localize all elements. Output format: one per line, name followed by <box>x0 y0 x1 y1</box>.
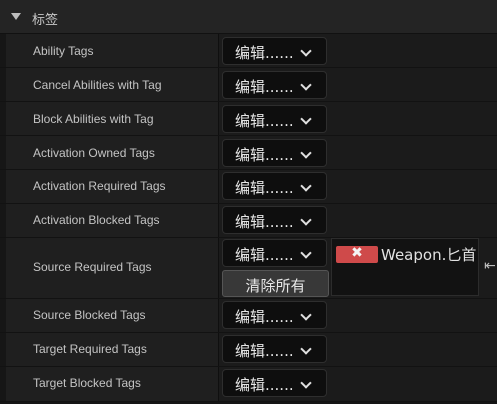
edit-tags-dropdown[interactable]: 编辑...... <box>222 172 327 200</box>
chevron-down-icon <box>300 45 312 57</box>
dropdown-label: 编辑...... <box>235 342 294 360</box>
property-row-source-blocked-tags: Source Blocked Tags 编辑...... <box>0 299 497 333</box>
chevron-down-icon <box>300 309 312 321</box>
tags-details-panel: 标签 Ability Tags 编辑...... Cancel Abilitie… <box>0 0 497 404</box>
edit-tags-dropdown[interactable]: 编辑...... <box>222 139 327 167</box>
property-label: Ability Tags <box>33 44 94 58</box>
property-label: Target Required Tags <box>33 342 147 356</box>
dropdown-label: 编辑...... <box>235 179 294 197</box>
dropdown-label: 编辑...... <box>235 112 294 130</box>
chevron-down-icon <box>300 214 312 226</box>
edit-tags-dropdown[interactable]: 编辑...... <box>222 105 327 133</box>
section-title: 标签 <box>32 13 59 28</box>
property-row-target-required-tags: Target Required Tags 编辑...... <box>0 333 497 367</box>
property-row-activation-required-tags: Activation Required Tags 编辑...... <box>0 170 497 204</box>
dropdown-label: 编辑...... <box>235 308 294 326</box>
tag-list: ✖ Weapon.匕首 <box>331 238 479 296</box>
dropdown-label: 编辑...... <box>235 44 294 62</box>
edit-tags-dropdown[interactable]: 编辑...... <box>222 71 327 99</box>
edit-tags-dropdown[interactable]: 编辑...... <box>222 206 327 234</box>
property-label: Source Blocked Tags <box>33 308 146 322</box>
property-row-activation-blocked-tags: Activation Blocked Tags 编辑...... <box>0 204 497 238</box>
property-row-target-blocked-tags: Target Blocked Tags 编辑...... <box>0 367 497 402</box>
dropdown-label: 编辑...... <box>235 213 294 231</box>
chevron-down-icon <box>300 343 312 355</box>
property-row-activation-owned-tags: Activation Owned Tags 编辑...... <box>0 136 497 170</box>
clear-all-label: 清除所有 <box>245 277 306 295</box>
dropdown-label: 编辑...... <box>235 376 294 394</box>
property-row-source-required-tags: Source Required Tags 编辑...... 清除所有 ✖ Wea… <box>0 238 497 299</box>
edit-tags-dropdown[interactable]: 编辑...... <box>222 335 327 363</box>
property-label: Activation Owned Tags <box>33 146 155 160</box>
property-label: Source Required Tags <box>33 260 152 274</box>
reset-to-default-icon[interactable]: ⇤ <box>484 258 496 274</box>
section-header-tags[interactable]: 标签 <box>0 0 497 34</box>
edit-tags-dropdown[interactable]: 编辑...... <box>222 239 327 267</box>
chevron-down-icon <box>300 147 312 159</box>
chevron-down-icon <box>300 377 312 389</box>
edit-tags-dropdown[interactable]: 编辑...... <box>222 369 327 397</box>
tag-name: Weapon.匕首 <box>381 246 477 264</box>
property-label: Target Blocked Tags <box>33 376 141 390</box>
dropdown-label: 编辑...... <box>235 146 294 164</box>
remove-tag-button[interactable]: ✖ <box>336 245 378 263</box>
property-label: Block Abilities with Tag <box>33 112 154 126</box>
dropdown-label: 编辑...... <box>235 246 294 264</box>
close-icon: ✖ <box>351 245 363 261</box>
chevron-down-icon <box>300 79 312 91</box>
chevron-down-icon <box>300 180 312 192</box>
property-label: Activation Required Tags <box>33 179 166 193</box>
property-label: Activation Blocked Tags <box>33 213 160 227</box>
property-row-block-abilities-with-tag: Block Abilities with Tag 编辑...... <box>0 102 497 136</box>
property-label: Cancel Abilities with Tag <box>33 78 162 92</box>
edit-tags-dropdown[interactable]: 编辑...... <box>222 37 327 65</box>
property-row-ability-tags: Ability Tags 编辑...... <box>0 34 497 68</box>
chevron-down-icon <box>300 113 312 125</box>
edit-tags-dropdown[interactable]: 编辑...... <box>222 301 327 329</box>
clear-all-button[interactable]: 清除所有 <box>222 270 329 297</box>
chevron-down-icon <box>300 247 312 259</box>
property-row-cancel-abilities-with-tag: Cancel Abilities with Tag 编辑...... <box>0 68 497 102</box>
collapse-caret-icon[interactable] <box>11 13 21 20</box>
dropdown-label: 编辑...... <box>235 78 294 96</box>
